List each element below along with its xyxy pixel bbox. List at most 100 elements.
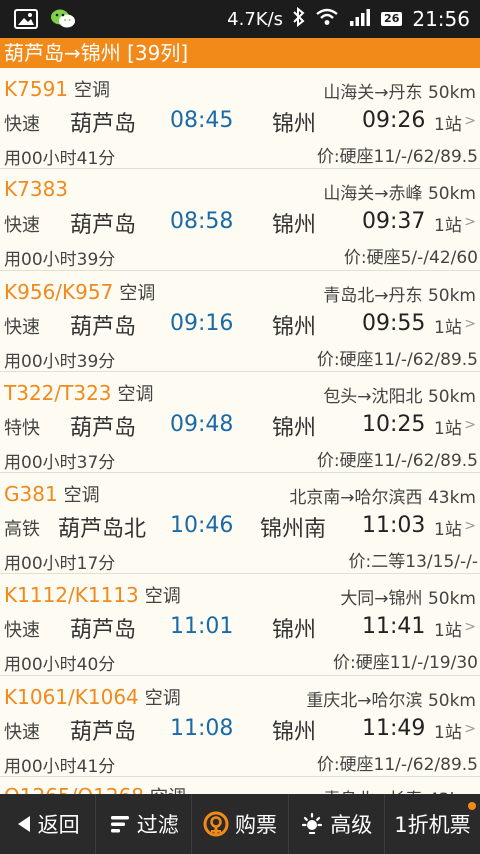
train-type: 特快	[4, 417, 40, 439]
bottom-toolbar: 返回 过滤 购票 高级 1折机票	[0, 794, 480, 854]
ticket-price: 价:硬座11/-/19/30	[333, 653, 478, 674]
train-number: K1061/K1064 空调	[4, 684, 181, 709]
travel-duration: 用00小时39分	[4, 351, 116, 372]
travel-duration: 用00小时41分	[4, 149, 116, 169]
arrival-time: 11:41	[362, 614, 426, 640]
wechat-icon	[50, 8, 76, 34]
ac-label: 空调	[117, 383, 154, 405]
list-item[interactable]: T322/T323 空调 包头→沈阳北 50km 特快 葫芦岛 09:48 锦州 10:25 1…	[0, 371, 480, 474]
ticket-price: 价:硬座11/-/62/89.5	[316, 349, 478, 370]
back-button[interactable]: 返回	[0, 794, 97, 854]
arrival-station: 锦州	[272, 719, 317, 745]
ticket-price: 价:硬座11/-/62/89.5	[316, 450, 478, 471]
train-route: 北京南→哈尔滨西 43km	[289, 488, 476, 509]
discount-flight-button[interactable]: 1折机票	[385, 794, 480, 854]
train-route: 山海关→丹东 50km	[323, 83, 476, 103]
train-number: T322/T323 空调	[4, 380, 154, 405]
stop-count: 1站	[434, 621, 462, 642]
departure-time: 11:01	[170, 614, 234, 640]
filter-icon	[109, 813, 131, 835]
train-type: 高铁	[4, 519, 40, 541]
train-type: 快速	[4, 620, 40, 642]
ticket-price: 价:硬座11/-/62/89.5	[316, 754, 478, 775]
ticket-price: 价:硬座5/-/42/60	[343, 248, 478, 269]
list-item-partial[interactable]: Q1265/Q1268空调 青岛北→长春 43km	[0, 777, 480, 794]
ac-label: 空调	[74, 80, 111, 101]
arrival-station: 锦州	[272, 618, 317, 644]
ticket-price: 价:二等13/15/-/-	[348, 552, 478, 573]
train-type: 快速	[4, 316, 40, 338]
train-number: K956/K957 空调	[4, 279, 156, 304]
chevron-right-icon: >	[464, 720, 476, 737]
train-type: 快速	[4, 721, 40, 743]
chevron-right-icon: >	[464, 113, 476, 129]
train-list[interactable]: K7591 空调 山海关→丹东 50km 快速 葫芦岛 08:45 锦州 09:26 1站 > 用0…	[0, 68, 480, 794]
back-arrow-icon	[16, 814, 32, 834]
list-item[interactable]: G381 空调 北京南→哈尔滨西 43km 高铁 葫芦岛北 10:46 锦州南 11:03 1站…	[0, 473, 480, 575]
arrival-station: 锦州	[272, 314, 317, 340]
departure-time: 08:58	[170, 209, 234, 235]
departure-station: 葫芦岛	[70, 314, 137, 340]
list-item[interactable]: K1112/K1113 空调 大同→锦州 50km 快速 葫芦岛 11:01 锦州 11:41…	[0, 574, 480, 676]
clock: 21:56	[412, 7, 470, 31]
stop-count: 1站	[434, 115, 462, 135]
train-route: 山海关→赤峰 50km	[323, 184, 476, 205]
arrival-station: 锦州	[272, 112, 317, 137]
arrival-time: 09:26	[362, 108, 426, 133]
ac-label: 空调	[119, 282, 156, 304]
arrival-time: 10:25	[362, 411, 426, 437]
arrival-station: 锦州南	[260, 517, 327, 543]
arrival-time: 09:37	[362, 209, 426, 235]
chevron-right-icon: >	[464, 518, 476, 535]
departure-station: 葫芦岛	[70, 112, 137, 137]
departure-station: 葫芦岛北	[58, 517, 147, 543]
buy-ticket-button[interactable]: 购票	[192, 794, 289, 854]
stop-count: 1站	[434, 722, 462, 743]
train-route: 大同→锦州 50km	[340, 589, 476, 610]
list-item[interactable]: K7383 山海关→赤峰 50km 快速 葫芦岛 08:58 锦州 09:37 1站 > 用00小…	[0, 169, 480, 271]
battery-badge: 26	[381, 12, 403, 26]
train-route: 青岛北→丹东 50km	[323, 285, 476, 306]
departure-time: 10:46	[170, 513, 234, 539]
train-number: K7383	[4, 177, 69, 202]
list-item[interactable]: K956/K957 空调 青岛北→丹东 50km 快速 葫芦岛 09:16 锦州 09:55 1…	[0, 270, 480, 372]
filter-button[interactable]: 过滤	[96, 794, 193, 854]
arrival-station: 锦州	[272, 213, 317, 239]
departure-time: 09:48	[170, 411, 234, 437]
sun-icon	[300, 812, 324, 836]
stop-count: 1站	[434, 216, 462, 237]
travel-duration: 用00小时40分	[4, 655, 116, 676]
list-item[interactable]: K1061/K1064 空调 重庆北→哈尔滨 50km 快速 葫芦岛 11:08 锦州 11:…	[0, 675, 480, 778]
page-title: 葫芦岛→锦州 [39列]	[0, 38, 480, 68]
advanced-button[interactable]: 高级	[289, 794, 385, 854]
wifi-icon	[315, 8, 339, 31]
chevron-right-icon: >	[464, 315, 476, 332]
train-route: 青岛北→长春 43km	[323, 785, 476, 794]
travel-duration: 用00小时17分	[4, 554, 116, 575]
train-number: K7591 空调	[4, 77, 111, 101]
train-route: 包头→沈阳北 50km	[323, 386, 476, 407]
travel-duration: 用00小时41分	[4, 756, 116, 777]
departure-station: 葫芦岛	[70, 415, 137, 441]
train-type: 快速	[4, 114, 40, 135]
notification-dot	[468, 802, 477, 810]
bluetooth-icon	[293, 6, 305, 32]
train-number: Q1265/Q1268空调	[4, 783, 186, 794]
ac-label: 空调	[144, 687, 181, 709]
list-item[interactable]: K7591 空调 山海关→丹东 50km 快速 葫芦岛 08:45 锦州 09:26 1站 > 用0…	[0, 68, 480, 170]
departure-station: 葫芦岛	[70, 213, 137, 239]
stop-count: 1站	[434, 418, 462, 439]
chevron-right-icon: >	[464, 214, 476, 231]
ticket-price: 价:硬座11/-/62/89.5	[316, 147, 478, 167]
arrival-time: 09:55	[362, 310, 426, 336]
train-number: G381 空调	[4, 482, 100, 507]
status-bar: 4.7K/s 26 21:56	[0, 0, 480, 38]
arrival-station: 锦州	[272, 415, 317, 441]
arrival-time: 11:49	[362, 715, 426, 741]
network-speed: 4.7K/s	[227, 8, 284, 30]
ac-label: 空调	[144, 586, 181, 608]
railway-icon	[203, 811, 229, 837]
departure-time: 09:16	[170, 310, 234, 336]
ac-label: 空调	[63, 485, 100, 507]
arrival-time: 11:03	[362, 513, 426, 539]
